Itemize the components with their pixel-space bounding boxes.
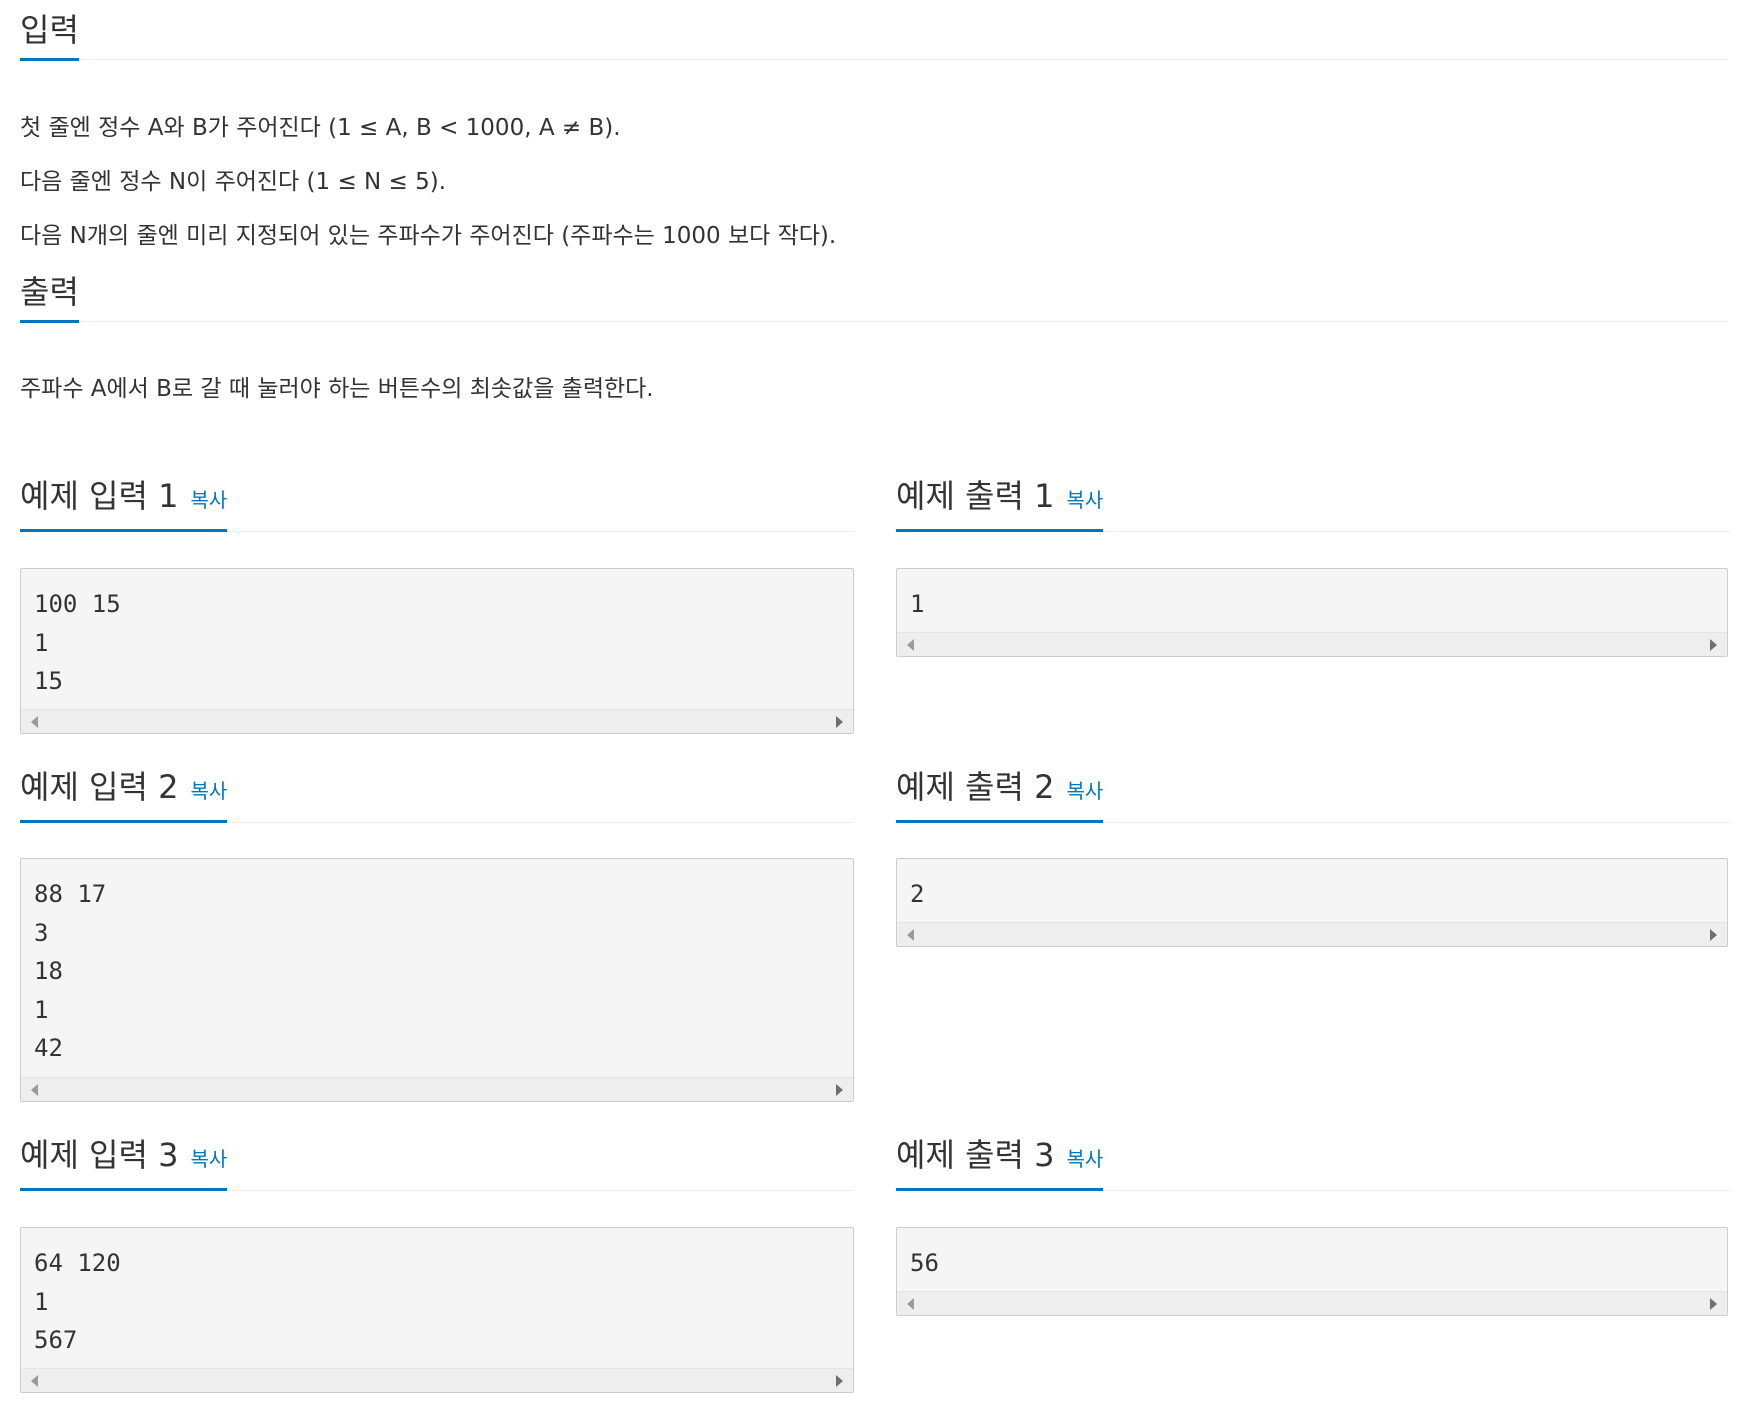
code-line: 18	[34, 957, 63, 985]
scroll-right-icon[interactable]	[836, 1375, 843, 1387]
sample-input-box[interactable]: 100 15 1 15	[20, 568, 854, 734]
sample-output-title: 예제 출력 2	[896, 768, 1055, 806]
scroll-right-icon[interactable]	[1710, 1298, 1717, 1310]
scroll-right-icon[interactable]	[836, 716, 843, 728]
copy-button[interactable]: 복사	[1066, 779, 1103, 803]
copy-button[interactable]: 복사	[190, 779, 227, 803]
sample-output-header: 예제 출력 2 복사	[896, 763, 1730, 823]
copy-button[interactable]: 복사	[1066, 488, 1103, 512]
sample-output-title: 예제 출력 1	[896, 477, 1055, 515]
sample-output-box[interactable]: 56	[896, 1227, 1728, 1316]
sample-input-box[interactable]: 64 120 1 567	[20, 1227, 854, 1393]
code-line: 2	[910, 880, 925, 908]
scroll-left-icon[interactable]	[907, 929, 914, 941]
sample-input-box[interactable]: 88 17 3 18 1 42	[20, 858, 854, 1102]
sample-input-header: 예제 입력 3 복사	[20, 1131, 854, 1191]
horizontal-scrollbar[interactable]	[897, 632, 1727, 656]
sample-output-box[interactable]: 2	[896, 858, 1728, 947]
scroll-left-icon[interactable]	[31, 1375, 38, 1387]
scroll-left-icon[interactable]	[31, 716, 38, 728]
sample-input-header: 예제 입력 1 복사	[20, 472, 854, 532]
sample-output-header: 예제 출력 1 복사	[896, 472, 1730, 532]
code-line: 1	[34, 628, 49, 657]
copy-button[interactable]: 복사	[190, 488, 227, 512]
sample-input-header: 예제 입력 2 복사	[20, 763, 854, 823]
sample-output-header: 예제 출력 3 복사	[896, 1131, 1730, 1191]
code-line: 56	[910, 1249, 939, 1277]
output-section-header: 출력	[20, 272, 1728, 323]
sample-output-title: 예제 출력 3	[896, 1136, 1055, 1174]
input-section-title: 입력	[20, 10, 79, 61]
scroll-right-icon[interactable]	[1710, 929, 1717, 941]
input-description-line: 다음 N개의 줄엔 미리 지정되어 있는 주파수가 주어진다 (주파수는 100…	[20, 223, 837, 249]
code-line: 1	[34, 995, 49, 1024]
input-description-line: 첫 줄엔 정수 A와 B가 주어진다 (1 ≤ A, B < 1000, A ≠…	[20, 115, 621, 141]
input-description-line: 다음 줄엔 정수 N이 주어진다 (1 ≤ N ≤ 5).	[20, 169, 447, 195]
sample-output-box[interactable]: 1	[896, 568, 1728, 657]
horizontal-scrollbar[interactable]	[21, 1077, 853, 1101]
sample-input-title: 예제 입력 3	[20, 1136, 179, 1174]
output-description-line: 주파수 A에서 B로 갈 때 눌러야 하는 버튼수의 최솟값을 출력한다.	[20, 376, 654, 402]
horizontal-scrollbar[interactable]	[21, 1368, 853, 1392]
horizontal-scrollbar[interactable]	[897, 1291, 1727, 1315]
sample-input-title: 예제 입력 2	[20, 768, 179, 806]
problem-page: 입력 첫 줄엔 정수 A와 B가 주어진다 (1 ≤ A, B < 1000, …	[0, 0, 1747, 1411]
copy-button[interactable]: 복사	[1066, 1147, 1103, 1171]
input-section-header: 입력	[20, 10, 1728, 61]
scroll-right-icon[interactable]	[1710, 639, 1717, 651]
code-line: 567	[34, 1326, 78, 1354]
code-line: 3	[34, 918, 49, 947]
horizontal-scrollbar[interactable]	[21, 709, 853, 733]
scroll-left-icon[interactable]	[907, 1298, 914, 1310]
horizontal-scrollbar[interactable]	[897, 922, 1727, 946]
code-line: 1	[910, 590, 925, 618]
code-line: 100 15	[34, 590, 121, 618]
code-line: 1	[34, 1287, 49, 1316]
scroll-right-icon[interactable]	[836, 1084, 843, 1096]
scroll-left-icon[interactable]	[31, 1084, 38, 1096]
sample-input-title: 예제 입력 1	[20, 477, 179, 515]
copy-button[interactable]: 복사	[190, 1147, 227, 1171]
code-line: 42	[34, 1034, 63, 1062]
code-line: 15	[34, 667, 63, 695]
scroll-left-icon[interactable]	[907, 639, 914, 651]
output-section-title: 출력	[20, 272, 79, 323]
code-line: 64 120	[34, 1249, 121, 1277]
code-line: 88 17	[34, 880, 107, 908]
